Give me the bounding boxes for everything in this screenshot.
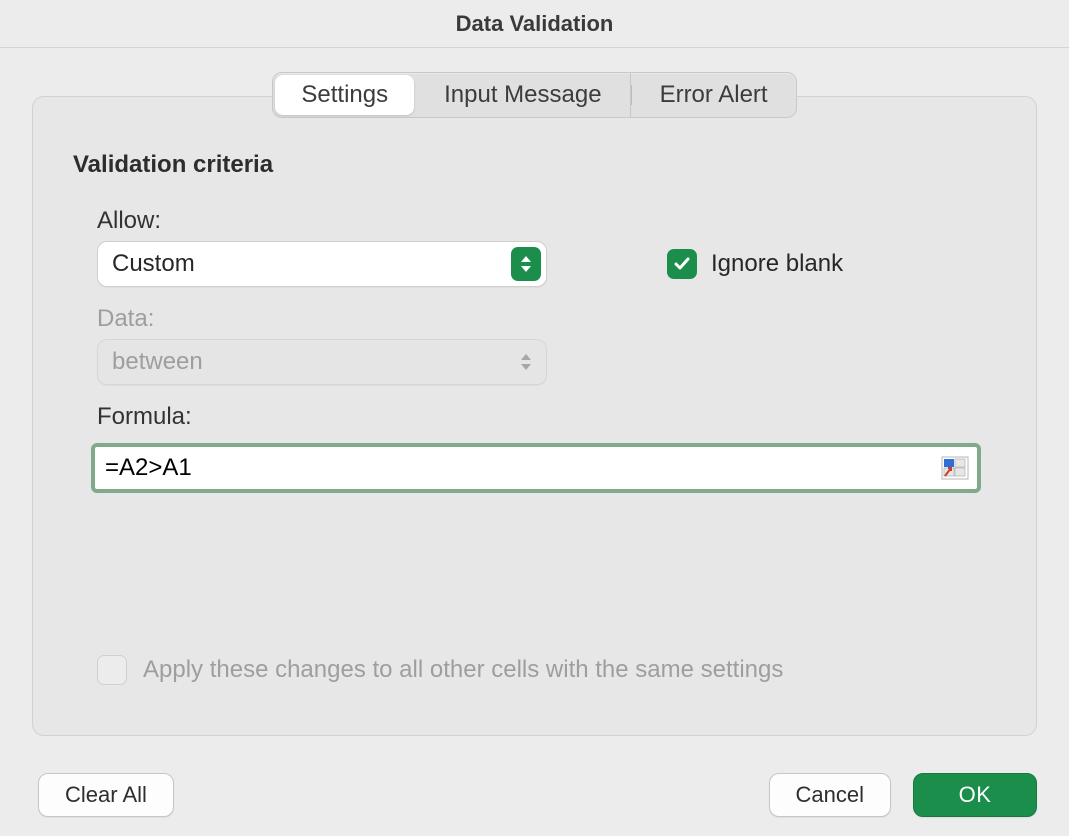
formula-label: Formula:	[97, 403, 996, 431]
settings-panel: Validation criteria Allow: Custom	[32, 96, 1037, 736]
data-validation-dialog: Data Validation Settings Input Message E…	[0, 0, 1069, 836]
ignore-blank-row: Ignore blank	[667, 249, 843, 279]
section-title: Validation criteria	[73, 151, 996, 179]
footer-right: Cancel OK	[769, 773, 1037, 817]
apply-all-row: Apply these changes to all other cells w…	[97, 655, 783, 685]
ignore-blank-label: Ignore blank	[711, 250, 843, 278]
content-area: Settings Input Message Error Alert Valid…	[0, 48, 1069, 754]
apply-all-checkbox	[97, 655, 127, 685]
tab-error-alert[interactable]: Error Alert	[632, 73, 796, 117]
allow-stepper-icon[interactable]	[511, 247, 541, 281]
formula-input[interactable]	[103, 453, 941, 483]
data-stepper-icon	[511, 345, 541, 379]
ignore-blank-checkbox[interactable]	[667, 249, 697, 279]
allow-select-wrap: Custom	[97, 241, 547, 287]
tab-strip: Settings Input Message Error Alert	[272, 72, 796, 118]
data-label: Data:	[97, 305, 996, 333]
dialog-footer: Clear All Cancel OK	[0, 754, 1069, 836]
apply-all-label: Apply these changes to all other cells w…	[143, 656, 783, 684]
data-selected-value: between	[112, 348, 203, 376]
allow-select[interactable]: Custom	[97, 241, 547, 287]
ok-button[interactable]: OK	[913, 773, 1037, 817]
tab-label: Input Message	[444, 81, 601, 109]
allow-label: Allow:	[97, 207, 996, 235]
formula-field[interactable]	[91, 443, 981, 493]
tab-label: Settings	[301, 81, 388, 109]
dialog-title: Data Validation	[0, 0, 1069, 48]
tab-label: Error Alert	[660, 81, 768, 109]
range-picker-icon[interactable]	[941, 456, 969, 480]
chevron-down-icon	[520, 265, 532, 273]
tab-bar: Settings Input Message Error Alert	[32, 72, 1037, 118]
clear-all-button[interactable]: Clear All	[38, 773, 174, 817]
check-icon	[673, 255, 691, 273]
chevron-up-icon	[520, 255, 532, 263]
allow-row: Custom Ignore blank	[73, 241, 996, 287]
data-select: between	[97, 339, 547, 385]
tab-input-message[interactable]: Input Message	[416, 73, 630, 117]
data-select-wrap: between	[97, 339, 547, 385]
chevron-down-icon	[520, 363, 532, 371]
allow-selected-value: Custom	[112, 250, 195, 278]
tab-settings[interactable]: Settings	[275, 75, 414, 115]
chevron-up-icon	[520, 353, 532, 361]
cancel-button[interactable]: Cancel	[769, 773, 891, 817]
